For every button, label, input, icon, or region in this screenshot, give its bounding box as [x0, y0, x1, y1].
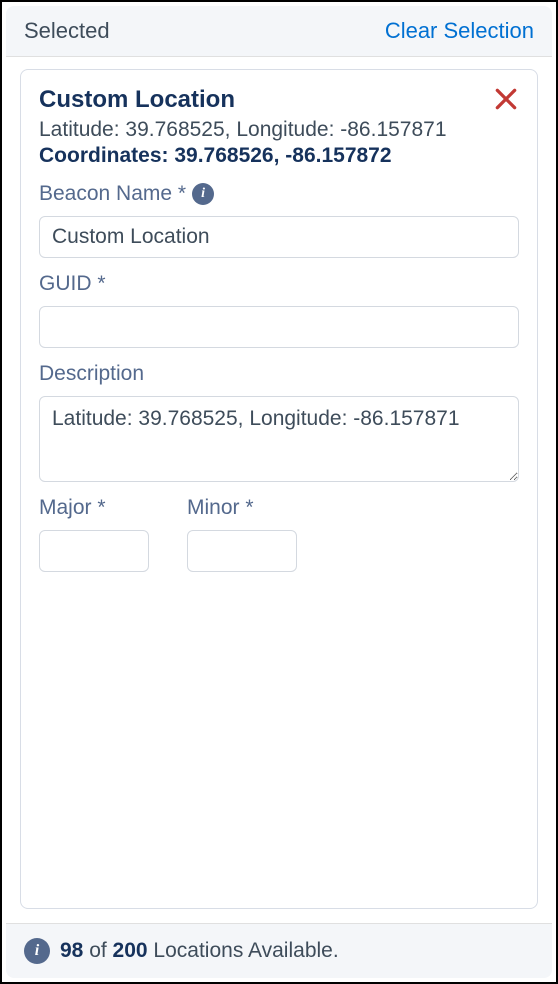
location-card: Custom Location Latitude: 39.768525, Lon…	[20, 69, 538, 909]
locations-available-text: 98 of 200 Locations Available.	[60, 939, 339, 963]
beacon-name-label: Beacon Name * i	[39, 182, 519, 206]
card-title: Custom Location	[39, 86, 235, 114]
info-icon: i	[24, 938, 50, 964]
count-used: 98	[60, 939, 83, 962]
minor-input[interactable]	[187, 530, 297, 572]
of-word: of	[83, 939, 112, 962]
description-label: Description	[39, 362, 519, 386]
coordinates-text: Coordinates: 39.768526, -86.157872	[39, 144, 519, 168]
major-label: Major *	[39, 496, 149, 520]
major-col: Major *	[39, 496, 149, 572]
latlong-text: Latitude: 39.768525, Longitude: -86.1578…	[39, 118, 519, 142]
guid-input[interactable]	[39, 306, 519, 348]
minor-label: Minor *	[187, 496, 297, 520]
card-header-row: Custom Location	[39, 86, 519, 116]
beacon-name-input[interactable]	[39, 216, 519, 258]
major-input[interactable]	[39, 530, 149, 572]
suffix-text: Locations Available.	[148, 939, 339, 962]
guid-label: GUID *	[39, 272, 519, 296]
major-minor-row: Major * Minor *	[39, 496, 519, 572]
description-textarea[interactable]: Latitude: 39.768525, Longitude: -86.1578…	[39, 396, 519, 482]
panel-header: Selected Clear Selection	[6, 6, 552, 57]
info-icon[interactable]: i	[192, 183, 214, 205]
beacon-name-label-text: Beacon Name *	[39, 182, 186, 206]
card-title-block: Custom Location	[39, 86, 235, 116]
close-icon[interactable]	[493, 86, 519, 112]
minor-col: Minor *	[187, 496, 297, 572]
panel-title: Selected	[24, 18, 110, 44]
count-total: 200	[113, 939, 148, 962]
clear-selection-link[interactable]: Clear Selection	[385, 18, 534, 44]
footer-status: i 98 of 200 Locations Available.	[6, 923, 552, 978]
